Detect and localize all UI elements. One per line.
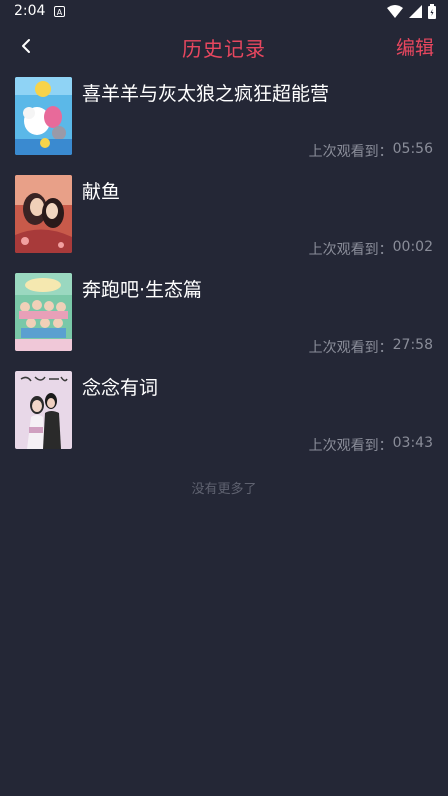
header: 历史记录 编辑 [0, 24, 448, 70]
item-title: 喜羊羊与灰太狼之疯狂超能营 [82, 83, 330, 105]
status-time: 2:04 [14, 3, 46, 19]
notification-icon: A [54, 6, 65, 17]
poster-image[interactable] [15, 371, 72, 449]
progress-label: 上次观看到： [308, 144, 393, 160]
status-icons [387, 4, 436, 19]
poster-image[interactable] [15, 77, 72, 155]
page-title: 历史记录 [182, 37, 266, 61]
progress-time: 05:56 [392, 141, 433, 157]
item-title: 奔跑吧·生态篇 [82, 279, 203, 301]
poster-image[interactable] [15, 273, 72, 351]
progress-label: 上次观看到： [308, 340, 393, 356]
progress-label: 上次观看到： [308, 438, 393, 454]
progress-time: 03:43 [392, 435, 433, 451]
status-bar: 2:04 A [0, 0, 448, 24]
progress-label: 上次观看到： [308, 242, 393, 258]
item-title: 念念有词 [82, 377, 159, 399]
poster-image[interactable] [15, 175, 72, 253]
history-item[interactable]: 喜羊羊与灰太狼之疯狂超能营 上次观看到： 05:56 [0, 72, 448, 170]
history-item[interactable]: 奔跑吧·生态篇 上次观看到： 27:58 [0, 268, 448, 366]
watch-progress: 上次观看到： 03:43 [309, 435, 433, 455]
progress-time: 00:02 [392, 239, 433, 255]
progress-time: 27:58 [392, 337, 433, 353]
history-list: 喜羊羊与灰太狼之疯狂超能营 上次观看到： 05:56 献鱼 上次观看到： 00:… [0, 72, 448, 464]
wifi-icon [387, 4, 403, 18]
history-item[interactable]: 献鱼 上次观看到： 00:02 [0, 170, 448, 268]
edit-button[interactable]: 编辑 [396, 33, 434, 60]
signal-icon [409, 4, 422, 18]
watch-progress: 上次观看到： 05:56 [309, 141, 433, 161]
history-item[interactable]: 念念有词 上次观看到： 03:43 [0, 366, 448, 464]
item-title: 献鱼 [82, 181, 121, 203]
watch-progress: 上次观看到： 27:58 [309, 337, 433, 357]
watch-progress: 上次观看到： 00:02 [309, 239, 433, 259]
battery-icon [428, 4, 436, 19]
no-more-text: 没有更多了 [191, 482, 257, 497]
